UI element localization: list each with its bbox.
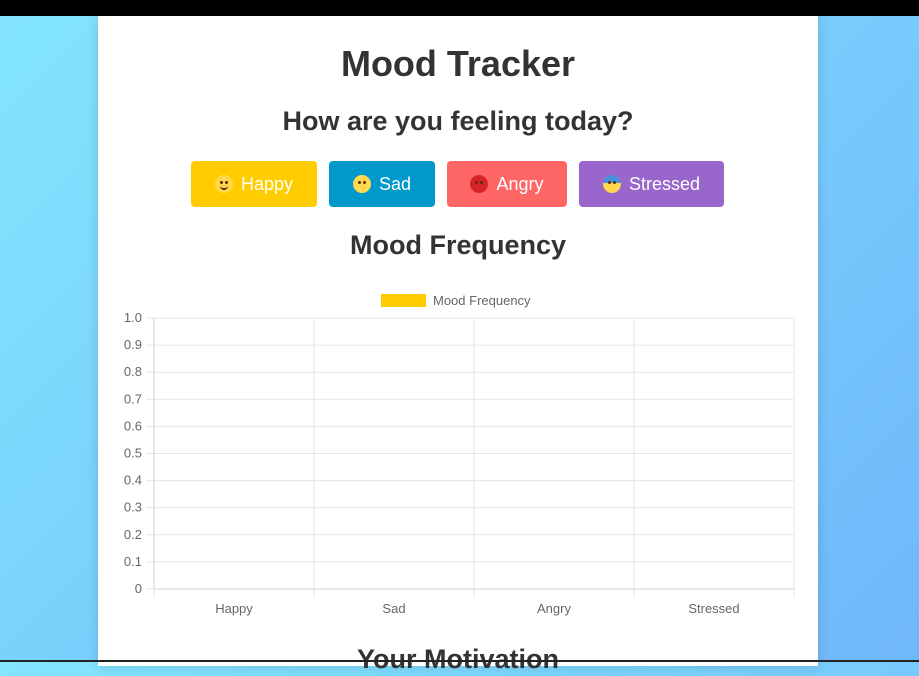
y-tick-label: 0.2	[124, 527, 142, 542]
browser-top-bar	[0, 0, 919, 16]
stressed-button-label: Stressed	[628, 173, 701, 194]
legend-label: Mood Frequency	[433, 293, 531, 308]
mood-frequency-chart: Mood Frequency 1.0 0.9 0.8 0.7 0.6 0.5 0.4 0.3 0.…	[124, 293, 795, 616]
angry-button[interactable]: Angry	[447, 161, 567, 207]
happy-button-label: Happy	[240, 173, 294, 194]
stressed-button[interactable]: Stressed	[579, 161, 724, 207]
mood-tracker-card: Mood Tracker How are you feeling today? …	[98, 16, 818, 674]
y-tick-label: 0.7	[124, 391, 142, 406]
x-tick-label: Stressed	[688, 601, 739, 616]
legend-swatch	[381, 294, 426, 307]
chart-heading: Mood Frequency	[349, 230, 566, 260]
smiling-face-icon	[214, 175, 233, 193]
mood-question: How are you feeling today?	[282, 106, 634, 136]
y-tick-label: 0.6	[124, 418, 142, 433]
y-tick-label: 0.3	[124, 500, 142, 515]
x-tick-label: Sad	[382, 601, 405, 616]
flushed-face-icon	[352, 175, 371, 193]
page-title: Mood Tracker	[340, 43, 576, 84]
y-tick-label: 0.8	[124, 364, 142, 379]
y-tick-label: 0.4	[124, 473, 142, 488]
fearful-face-icon	[602, 175, 621, 193]
y-tick-label: 0.9	[124, 337, 142, 352]
happy-button[interactable]: Happy	[191, 161, 317, 207]
y-tick-label: 0	[135, 581, 142, 596]
angry-face-icon	[470, 175, 489, 193]
angry-button-label: Angry	[496, 173, 544, 194]
sad-button-label: Sad	[378, 173, 412, 194]
x-tick-label: Happy	[215, 601, 253, 616]
motivation-heading: Your Motivation	[357, 644, 559, 674]
y-tick-label: 0.5	[124, 446, 142, 461]
sad-button[interactable]: Sad	[329, 161, 435, 207]
x-tick-label: Angry	[537, 601, 571, 616]
y-tick-label: 0.1	[124, 554, 142, 569]
y-tick-label: 1.0	[124, 310, 142, 325]
